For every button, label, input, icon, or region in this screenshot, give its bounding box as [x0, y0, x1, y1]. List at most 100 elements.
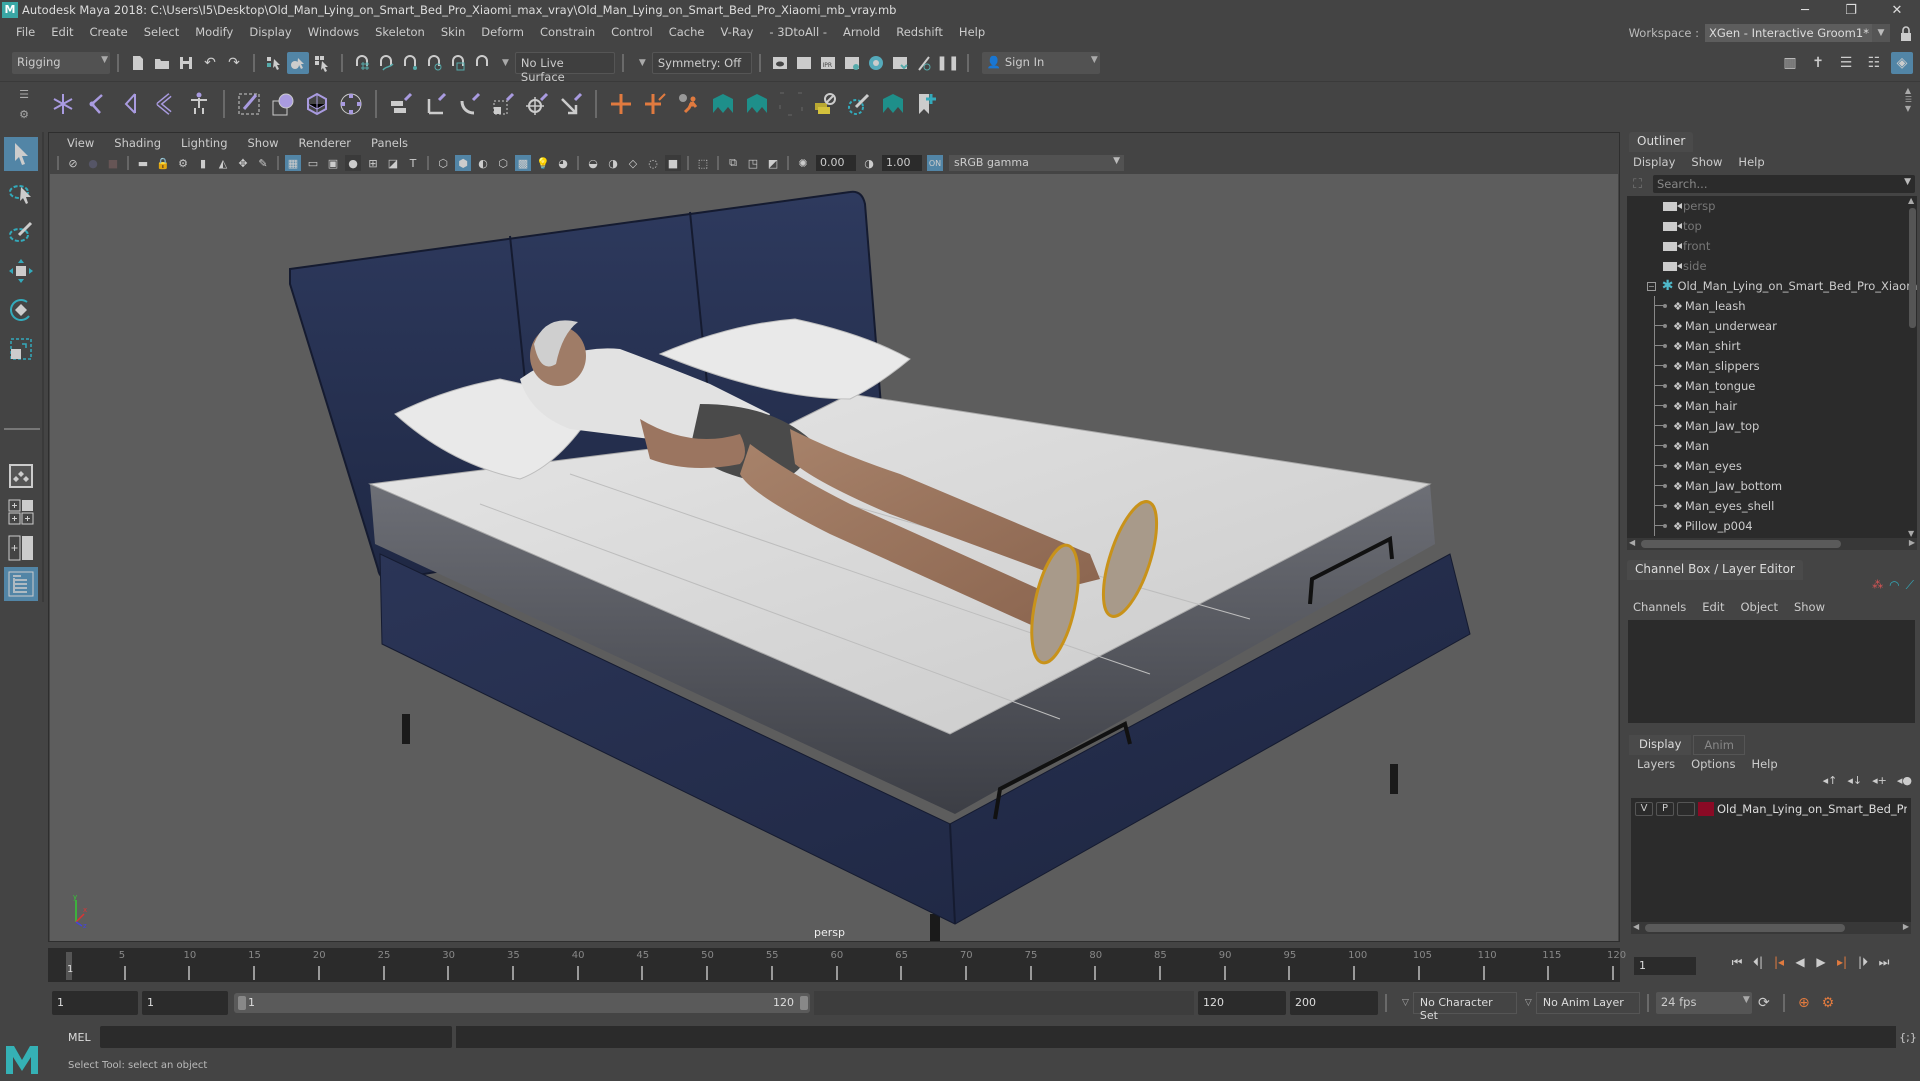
scroll-right-icon[interactable]: ▶ — [1909, 538, 1915, 547]
viewport-menu-show[interactable]: Show — [238, 136, 289, 150]
speed-icon[interactable]: ◠ — [1889, 578, 1899, 593]
anim-layer-dropdown[interactable]: No Anim Layer — [1535, 992, 1640, 1014]
exposure-icon[interactable]: ✺ — [795, 155, 811, 171]
use-all-lights-icon[interactable]: 💡 — [535, 155, 551, 171]
bind-skin-icon[interactable] — [234, 88, 264, 120]
render-setup-icon[interactable] — [889, 52, 911, 74]
loop-icon[interactable]: ⟳ — [1753, 992, 1775, 1014]
playback-start-field[interactable]: 1 — [142, 991, 228, 1015]
four-view-layout-button[interactable] — [4, 495, 38, 529]
pole-vector-constraint-icon[interactable] — [556, 88, 586, 120]
menu-display[interactable]: Display — [241, 25, 299, 39]
lasso-tool-button[interactable] — [4, 176, 38, 210]
outliner-item-camera[interactable]: front — [1627, 236, 1917, 256]
outliner-item-mesh[interactable]: ❖ Man_underwear — [1627, 316, 1917, 336]
gamma-field[interactable]: 1.00 — [882, 155, 922, 171]
menu-skin[interactable]: Skin — [433, 25, 473, 39]
range-start-handle[interactable] — [238, 996, 246, 1010]
outliner-menu-help[interactable]: Help — [1738, 155, 1764, 169]
layer-display-type-toggle[interactable] — [1677, 802, 1695, 816]
layer-menu-options[interactable]: Options — [1691, 757, 1735, 771]
menu-cache[interactable]: Cache — [661, 25, 713, 39]
outliner-item-mesh[interactable]: ❖ Man_leash — [1627, 296, 1917, 316]
outliner-item-camera[interactable]: side — [1627, 256, 1917, 276]
3d-viewport[interactable]: y x z persp — [50, 174, 1618, 941]
go-to-end-icon[interactable]: ⏭ — [1877, 955, 1891, 970]
channel-box-menu-channels[interactable]: Channels — [1633, 600, 1686, 614]
scroll-left-icon[interactable]: ◀ — [1633, 922, 1639, 931]
render-settings-icon[interactable] — [841, 52, 863, 74]
menu-file[interactable]: File — [8, 25, 43, 39]
menu-3dtoall[interactable]: - 3DtoAll - — [761, 25, 835, 39]
scroll-down-icon[interactable]: ▼ — [1905, 104, 1912, 113]
shelf-tab-handle[interactable]: ☰ ⚙ — [14, 84, 34, 124]
play-backwards-icon[interactable]: ◀ — [1793, 955, 1807, 970]
scale-tool-button[interactable] — [4, 332, 38, 366]
tab-display[interactable]: Display — [1629, 735, 1692, 755]
snap-to-view-plane-icon[interactable] — [423, 52, 445, 74]
move-tool-button[interactable] — [4, 254, 38, 288]
move-layer-down-icon[interactable]: ◂↓ — [1847, 774, 1862, 787]
time-slider[interactable]: 1 5 10 15 20 25 30 35 40 45 50 55 60 65 70 75 80 85 90 95 1… — [48, 948, 1626, 982]
viewport-menu-panels[interactable]: Panels — [361, 136, 418, 150]
outliner-item-mesh[interactable]: ❖ Pillow_p004 — [1627, 516, 1917, 536]
menu-create[interactable]: Create — [82, 25, 136, 39]
graph-icon[interactable]: ⟋ — [1906, 578, 1914, 593]
character-set-dropdown[interactable]: No Character Set — [1412, 992, 1517, 1022]
snap-to-curve-icon[interactable] — [375, 52, 397, 74]
hik-skeleton-icon[interactable] — [606, 88, 636, 120]
backface-culling-icon[interactable]: ◩ — [765, 155, 781, 171]
color-management-toggle-icon[interactable]: ON — [927, 155, 943, 171]
channel-box-tab[interactable]: Channel Box / Layer Editor — [1627, 560, 1803, 580]
menu-skeleton[interactable]: Skeleton — [367, 25, 433, 39]
playback-end-field[interactable]: 120 — [1198, 991, 1286, 1015]
view-transform-dropdown[interactable]: sRGB gamma ▼ — [949, 155, 1124, 171]
isolate-select-icon[interactable]: ■ — [665, 155, 681, 171]
chevron-down-icon[interactable]: ▼ — [502, 58, 509, 68]
outliner-item-mesh[interactable]: ❖ Man_eyes — [1627, 456, 1917, 476]
script-editor-icon[interactable]: {;} — [1897, 1026, 1919, 1048]
wireframe-icon[interactable]: ⬡ — [435, 155, 451, 171]
menu-arnold[interactable]: Arnold — [835, 25, 888, 39]
exposure-field[interactable]: 0.00 — [816, 155, 856, 171]
depth-of-field-icon[interactable]: ◌ — [645, 155, 661, 171]
2d-pan-zoom-icon[interactable]: ✥ — [235, 155, 251, 171]
menu-control[interactable]: Control — [603, 25, 661, 39]
channel-box-menu-edit[interactable]: Edit — [1702, 600, 1724, 614]
manipulator-icon[interactable]: ⁂ — [1872, 578, 1883, 593]
cluster-icon[interactable] — [336, 88, 366, 120]
ipr-render-icon[interactable]: IPR — [817, 52, 839, 74]
viewport-menu-renderer[interactable]: Renderer — [289, 136, 362, 150]
make-live-icon[interactable] — [447, 52, 469, 74]
camera-attributes-icon[interactable]: ● — [85, 155, 101, 171]
snap-to-grid-icon[interactable] — [351, 52, 373, 74]
pause-viewport-icon[interactable]: ❚❚ — [936, 52, 959, 74]
menu-modify[interactable]: Modify — [187, 25, 241, 39]
smooth-shade-icon[interactable]: ⬢ — [455, 155, 471, 171]
quick-rig-icon[interactable] — [184, 88, 214, 120]
motion-blur-icon[interactable]: ◑ — [605, 155, 621, 171]
scroll-up-icon[interactable]: ▲ — [1908, 196, 1914, 205]
hik-definition-icon[interactable] — [640, 88, 670, 120]
animation-preferences-icon[interactable]: ⚙ — [1817, 992, 1839, 1014]
select-by-hierarchy-icon[interactable] — [263, 52, 285, 74]
outliner-item-mesh[interactable]: ❖ Man_eyes_shell — [1627, 496, 1917, 516]
ik-spline-icon[interactable] — [150, 88, 180, 120]
empty-shelf-slot[interactable] — [776, 88, 806, 120]
menu-constrain[interactable]: Constrain — [532, 25, 603, 39]
viewport-menu-shading[interactable]: Shading — [104, 136, 171, 150]
camera-icon[interactable]: ▬ — [135, 155, 151, 171]
bookmark-add-icon[interactable] — [912, 88, 942, 120]
layer-menu-layers[interactable]: Layers — [1637, 757, 1675, 771]
new-layer-from-selected-icon[interactable]: ◂● — [1897, 774, 1912, 787]
chevron-down-icon[interactable]: ▽ — [1402, 998, 1409, 1008]
menu-deform[interactable]: Deform — [473, 25, 532, 39]
xray-icon[interactable]: ⬚ — [695, 155, 711, 171]
menu-edit[interactable]: Edit — [43, 25, 81, 39]
outliner-menu-display[interactable]: Display — [1633, 155, 1675, 169]
lock-camera-icon[interactable]: 🔒 — [155, 155, 171, 171]
lock-icon[interactable] — [1900, 26, 1912, 42]
outliner-item-root-group[interactable]: − ✱ Old_Man_Lying_on_Smart_Bed_Pro_Xiaomi_ — [1627, 276, 1917, 296]
menu-vray[interactable]: V-Ray — [712, 25, 761, 39]
sign-in-dropdown[interactable]: 👤 Sign In ▼ — [981, 51, 1100, 74]
